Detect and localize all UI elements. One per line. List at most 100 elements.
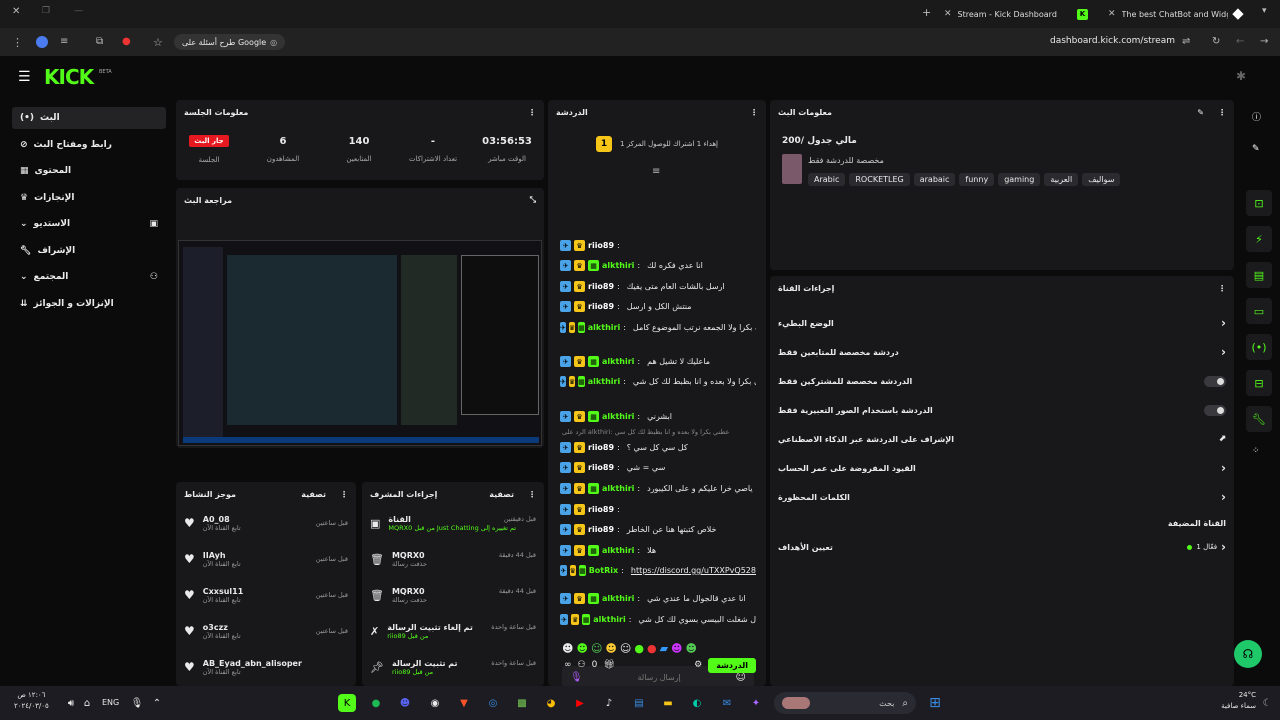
chat-username[interactable]: riio89 [588,302,614,311]
edit-pencil-icon[interactable]: ✎ [1197,108,1204,117]
tiktok-icon[interactable]: ♪ [600,694,618,712]
extensions-icon[interactable]: ≡ [60,36,68,47]
chat-username[interactable]: riio89 [588,241,614,250]
sidebar-item-stream-key[interactable]: ⊘ رابط ومفتاح البث [12,134,166,156]
rail-button[interactable]: ▤ [1246,262,1272,288]
chat-username[interactable]: alkthiri [588,323,620,332]
weather[interactable]: 24°C سماء صافية [1200,690,1256,712]
chat-username[interactable]: riio89 [588,463,614,472]
sidebar-item-studio[interactable]: ⌄ الاستديو ▣ [12,213,166,235]
youtube-icon[interactable]: ▶ [571,694,589,712]
sidebar-item-stream[interactable]: (•) البث [12,107,166,129]
chrome-icon[interactable]: ◕ [542,694,560,712]
site-settings-icon[interactable]: ⇌ [1182,36,1190,47]
brave-icon[interactable]: ▼ [455,694,473,712]
taskbar-search[interactable]: بحث ⌕ [774,692,916,714]
chat-username[interactable]: alkthiri [602,484,634,493]
activity-name[interactable]: A0_08 [203,515,316,524]
chat-username[interactable]: alkthiri [593,615,625,624]
recording-icon[interactable]: ● [122,36,131,47]
folder-icon[interactable]: ▬ [659,694,677,712]
app-icon[interactable]: ◎ [484,694,502,712]
subscribers-only-toggle[interactable] [1204,375,1226,387]
menu-dots-icon[interactable]: ⋮ [1218,284,1226,293]
gift-icon[interactable]: 🎁︎ [603,660,614,670]
ai-moderation-row[interactable]: الإشراف على الدردشة عبر الذكاء الاصطناعي… [778,428,1226,450]
new-tab-icon[interactable]: + [922,6,931,19]
spotify-icon[interactable]: ● [367,694,385,712]
obs-icon[interactable]: ◉ [426,694,444,712]
chat-username[interactable]: riio89 [588,443,614,452]
chat-username[interactable]: BotRix [589,566,618,575]
chat-username[interactable]: riio89 [588,282,614,291]
sidebar-item-content[interactable]: ▦ المحتوى [12,160,166,182]
account-age-row[interactable]: القيود المفروضة على عمر الحساب › [778,457,1226,479]
activity-name[interactable]: o3czz [203,623,316,632]
menu-dots-icon[interactable]: ⋮ [750,108,758,117]
forward-icon[interactable]: ← [1236,36,1244,47]
restore-icon[interactable]: ❐ [42,6,50,16]
hamburger-icon[interactable]: ☰ [18,69,31,85]
edge-icon[interactable]: ◐ [688,694,706,712]
filter-button[interactable]: تصفية [301,490,326,499]
tab-chatbot[interactable]: ✕ The best ChatBot and Widgets [1100,4,1250,24]
tab-kick-dashboard[interactable]: ✕ Stream - Kick Dashboard K [936,4,1096,24]
activity-name[interactable]: IIAyh [203,551,316,560]
filter-button[interactable]: تصفية [489,490,514,499]
tab-search-icon[interactable]: ▾ [1262,6,1267,16]
menu-dots-icon[interactable]: ⋮ [340,490,348,499]
collapse-icon[interactable]: ≡ [652,166,660,177]
emotes-only-toggle[interactable] [1204,404,1226,416]
language-indicator[interactable]: ENG [102,698,119,707]
sidebar-item-community[interactable]: ⌄ المجتمع ⚇ [12,266,166,288]
menu-dots-icon[interactable]: ⋮ [12,36,23,49]
tab-close-icon[interactable]: ✕ [944,9,952,19]
users-icon[interactable]: ⚇ [578,660,586,670]
followers-only-row[interactable]: دردشة مخصصة للمتابعين فقط › [778,341,1226,363]
clock[interactable]: ١٢:٠٦ ص ٢٠٢٤/٠٣/٠٥ [14,690,49,712]
discord-icon[interactable]: ☻ [396,694,414,712]
infinity-icon[interactable]: ∞ [564,660,572,670]
activity-name[interactable]: AB_Eyad_abn_alisoper [203,659,348,668]
menu-dots-icon[interactable]: ⋮ [1218,108,1226,117]
more-icon[interactable]: ⁘ [1252,446,1260,456]
modaction-name[interactable]: MQRX0 [392,551,425,560]
minimize-icon[interactable]: — [74,6,83,16]
rail-button[interactable]: (•) [1246,334,1272,360]
user-avatar-icon[interactable]: ✱ [1236,69,1246,83]
chat-text[interactable]: https://discord.gg/uTXXPvQ528 [631,566,756,575]
modaction-name[interactable]: MQRX0 [392,587,425,596]
expand-icon[interactable]: ⤡ [530,195,536,205]
rail-button[interactable]: ⚡︎ [1246,226,1272,252]
network-icon[interactable]: ⌂ [78,694,96,712]
activity-name[interactable]: Cxxsul11 [203,587,316,596]
edit-icon[interactable]: ✎ [1252,144,1260,154]
close-window-icon[interactable]: ✕ [12,6,20,17]
chat-username[interactable]: alkthiri [602,594,634,603]
slow-mode-row[interactable]: الوضع البطيء › [778,312,1226,334]
kick-app-icon[interactable]: K [338,694,356,712]
stream-category[interactable]: مخصصة للدردشة فقط [808,156,884,165]
sidebar-item-moderation[interactable]: 🔧︎ الإشراف [12,240,166,262]
pinned-leaderboard[interactable]: 1 إهداء 1 اشتراك للوصول المركز 1 [596,136,746,152]
mic-icon[interactable]: 🎙︎ [128,694,146,712]
chat-username[interactable]: alkthiri [588,377,620,386]
store-icon[interactable]: ▤ [630,694,648,712]
rail-button[interactable]: ⊟ [1246,370,1272,396]
support-chat-button[interactable]: ☊ [1234,640,1262,668]
sidebar-item-achievements[interactable]: ♛ الإنجازات [12,187,166,209]
banned-words-row[interactable]: الكلمات المحظورة › [778,486,1226,508]
mail-icon[interactable]: ✉ [718,694,736,712]
send-chat-button[interactable]: الدردشة [708,657,756,673]
kick-logo[interactable]: KICK [44,65,94,89]
chevron-up-icon[interactable]: ⌃ [148,694,166,712]
reload-icon[interactable]: ↻ [1212,36,1220,47]
chat-username[interactable]: alkthiri [602,412,634,421]
url-text[interactable]: dashboard.kick.com/stream [1030,36,1175,46]
rail-button[interactable]: ⊡ [1246,190,1272,216]
tab-close-icon[interactable]: ✕ [1108,9,1116,19]
chat-username[interactable]: riio89 [588,525,614,534]
google-lens-chip[interactable]: طرح أسئلة على Google ◎ [174,34,286,50]
bookmark-star-icon[interactable]: ☆ [153,36,163,49]
rail-button[interactable]: 🔧︎ [1246,406,1272,432]
